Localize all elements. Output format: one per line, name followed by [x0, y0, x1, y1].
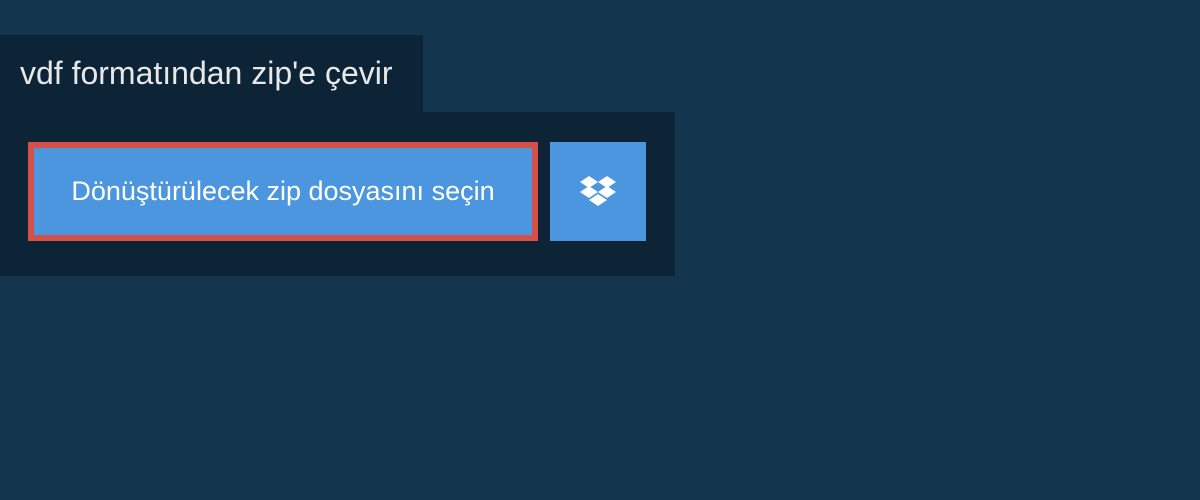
dropbox-icon	[580, 176, 616, 208]
page-title: vdf formatından zip'e çevir	[0, 35, 423, 112]
select-file-button[interactable]: Dönüştürülecek zip dosyasını seçin	[28, 142, 538, 241]
upload-panel: Dönüştürülecek zip dosyasını seçin	[0, 112, 675, 276]
select-file-label: Dönüştürülecek zip dosyasını seçin	[71, 176, 494, 206]
button-row: Dönüştürülecek zip dosyasını seçin	[28, 142, 647, 241]
dropbox-button[interactable]	[550, 142, 646, 241]
